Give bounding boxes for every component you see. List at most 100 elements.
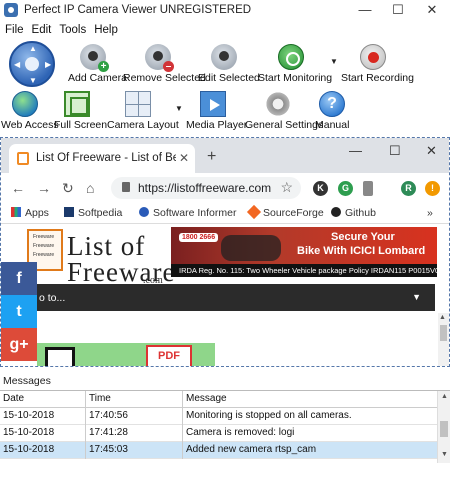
messages-scroll-up-icon[interactable]: ▲ <box>441 393 448 400</box>
new-tab-icon[interactable]: + <box>207 148 216 166</box>
site-nav-dropdown[interactable]: o to... ▼ <box>1 284 435 311</box>
camera-remove-icon: – <box>145 44 174 72</box>
reload-icon[interactable]: ↻ <box>62 180 74 197</box>
edit-selected-button[interactable]: Edit Selected <box>198 44 260 84</box>
monitoring-icon <box>278 44 304 70</box>
messages-header: Date Time Message <box>0 391 437 408</box>
minus-badge-icon: – <box>163 61 174 72</box>
message-row-selected[interactable]: 15-10-2018 17:45:03 Added new camera rts… <box>0 442 437 459</box>
browser-minimize-icon[interactable]: — <box>349 143 362 158</box>
browser-toolbar: ← → ↻ ⌂ https://listoffreeware.com ☆ K G… <box>1 173 449 203</box>
start-recording-label: Start Recording <box>341 72 414 84</box>
remove-selected-button[interactable]: – Remove Selected <box>123 44 206 84</box>
browser-tab-strip: List Of Freeware - List of Best Free ✕ +… <box>1 138 449 173</box>
browser-tab[interactable]: List Of Freeware - List of Best Free ✕ <box>9 144 195 173</box>
row-time: 17:45:03 <box>86 442 183 459</box>
twitter-share-icon[interactable]: t <box>1 295 37 328</box>
forward-icon[interactable]: → <box>37 180 51 196</box>
row-date: 15-10-2018 <box>0 442 86 459</box>
bookmark-software-informer[interactable]: Software Informer <box>139 207 236 219</box>
help-icon: ? <box>319 91 345 117</box>
facebook-share-icon[interactable]: f <box>1 262 37 295</box>
start-recording-button[interactable]: Start Recording <box>341 44 414 84</box>
row-message: Monitoring is stopped on all cameras. <box>186 410 352 421</box>
menu-edit[interactable]: Edit <box>28 21 56 36</box>
googleplus-share-icon[interactable]: g+ <box>1 328 37 361</box>
add-camera-button[interactable]: + Add Camera <box>68 44 127 84</box>
back-icon[interactable]: ← <box>11 180 25 196</box>
bookmarks-bar: Apps Softpedia Software Informer SourceF… <box>1 203 449 224</box>
camera-view-panel[interactable]: List Of Freeware - List of Best Free ✕ +… <box>0 137 450 367</box>
web-page-content[interactable]: Freeware Freeware Freeware List of Freew… <box>1 225 449 366</box>
ptz-center[interactable] <box>25 57 39 71</box>
ptz-down-icon[interactable]: ▼ <box>29 77 37 85</box>
bookmark-softpedia[interactable]: Softpedia <box>64 207 122 219</box>
softpedia-icon <box>64 207 74 217</box>
layout-dropdown-icon[interactable]: ▼ <box>175 104 183 113</box>
web-access-button[interactable]: Web Access <box>1 91 59 131</box>
messages-scrollbar[interactable]: ▲ ▼ <box>437 391 450 463</box>
menu-bar: File Edit Tools Help <box>0 21 450 39</box>
column-date[interactable]: Date <box>0 391 86 408</box>
row-time: 17:40:56 <box>86 408 183 425</box>
minimize-button[interactable]: — <box>348 0 382 21</box>
bookmark-star-icon[interactable]: ☆ <box>280 179 293 196</box>
advertisement-banner[interactable]: 1800 2666 Secure Your Bike With ICICI Lo… <box>171 227 437 277</box>
messages-table: Date Time Message 15-10-2018 17:40:56 Mo… <box>0 390 450 463</box>
extension-wrench-icon[interactable] <box>363 181 373 196</box>
browser-maximize-icon[interactable]: ☐ <box>389 143 401 159</box>
messages-scroll-thumb[interactable] <box>440 421 448 437</box>
camera-layout-button[interactable]: Camera Layout <box>107 91 179 131</box>
ptz-right-icon[interactable]: ▶ <box>45 61 51 69</box>
bookmark-github[interactable]: Github <box>331 207 376 219</box>
camera-layout-label: Camera Layout <box>107 119 179 131</box>
globe-icon <box>12 91 38 117</box>
scroll-up-icon[interactable]: ▲ <box>439 314 446 321</box>
message-row[interactable]: 15-10-2018 17:40:56 Monitoring is stoppe… <box>0 408 437 425</box>
close-button[interactable]: ✕ <box>415 0 449 21</box>
maximize-button[interactable]: ☐ <box>381 0 415 21</box>
bookmark-sourceforge[interactable]: SourceForge <box>246 204 324 220</box>
browser-close-icon[interactable]: ✕ <box>426 143 437 159</box>
message-row[interactable]: 15-10-2018 17:41:28 Camera is removed: l… <box>0 425 437 442</box>
sourceforge-icon <box>246 204 262 220</box>
home-icon[interactable]: ⌂ <box>86 180 94 196</box>
page-scrollbar[interactable]: ▲ ▼ <box>438 313 449 366</box>
menu-file[interactable]: File <box>0 21 28 36</box>
messages-scroll-down-icon[interactable]: ▼ <box>441 451 448 458</box>
add-camera-label: Add Camera <box>68 72 127 84</box>
ptz-control[interactable]: ▲ ▼ ◀ ▶ <box>9 41 55 87</box>
url-text: https://listoffreeware.com <box>138 181 272 195</box>
column-time[interactable]: Time <box>86 391 183 408</box>
address-bar[interactable]: https://listoffreeware.com ☆ <box>111 177 301 199</box>
web-access-label: Web Access <box>1 119 59 131</box>
menu-help[interactable]: Help <box>90 21 122 36</box>
tab-title: List Of Freeware - List of Best Free <box>36 152 176 164</box>
manual-button[interactable]: ? Manual <box>315 91 349 131</box>
grid-layout-icon <box>125 91 151 117</box>
general-settings-button[interactable]: General Settings <box>245 91 324 131</box>
menu-tools[interactable]: Tools <box>55 21 90 36</box>
profile-avatar[interactable]: R <box>401 181 416 196</box>
extension-g-icon[interactable]: G <box>338 181 353 196</box>
extension-k-icon[interactable]: K <box>313 181 328 196</box>
bookmark-apps[interactable]: Apps <box>11 207 49 219</box>
general-settings-label: General Settings <box>245 119 324 131</box>
media-player-button[interactable]: Media Player <box>186 91 247 131</box>
record-icon <box>360 44 386 70</box>
monitoring-dropdown-icon[interactable]: ▼ <box>330 57 338 66</box>
row-date: 15-10-2018 <box>0 408 86 425</box>
ptz-left-icon[interactable]: ◀ <box>14 61 20 69</box>
row-date: 15-10-2018 <box>0 425 86 442</box>
window-title: Perfect IP Camera Viewer UNREGISTERED <box>24 4 252 16</box>
bookmarks-overflow-icon[interactable]: » <box>427 207 433 219</box>
full-screen-button[interactable]: Full Screen <box>54 91 107 131</box>
start-monitoring-label: Start Monitoring <box>258 72 333 84</box>
start-monitoring-button[interactable]: Start Monitoring <box>258 44 333 84</box>
ptz-up-icon[interactable]: ▲ <box>29 45 37 53</box>
update-alert-icon[interactable]: ! <box>425 181 440 196</box>
page-scroll-thumb[interactable] <box>440 325 447 341</box>
tab-close-icon[interactable]: ✕ <box>179 151 189 165</box>
fullscreen-icon <box>64 91 90 117</box>
column-message[interactable]: Message <box>183 391 437 408</box>
